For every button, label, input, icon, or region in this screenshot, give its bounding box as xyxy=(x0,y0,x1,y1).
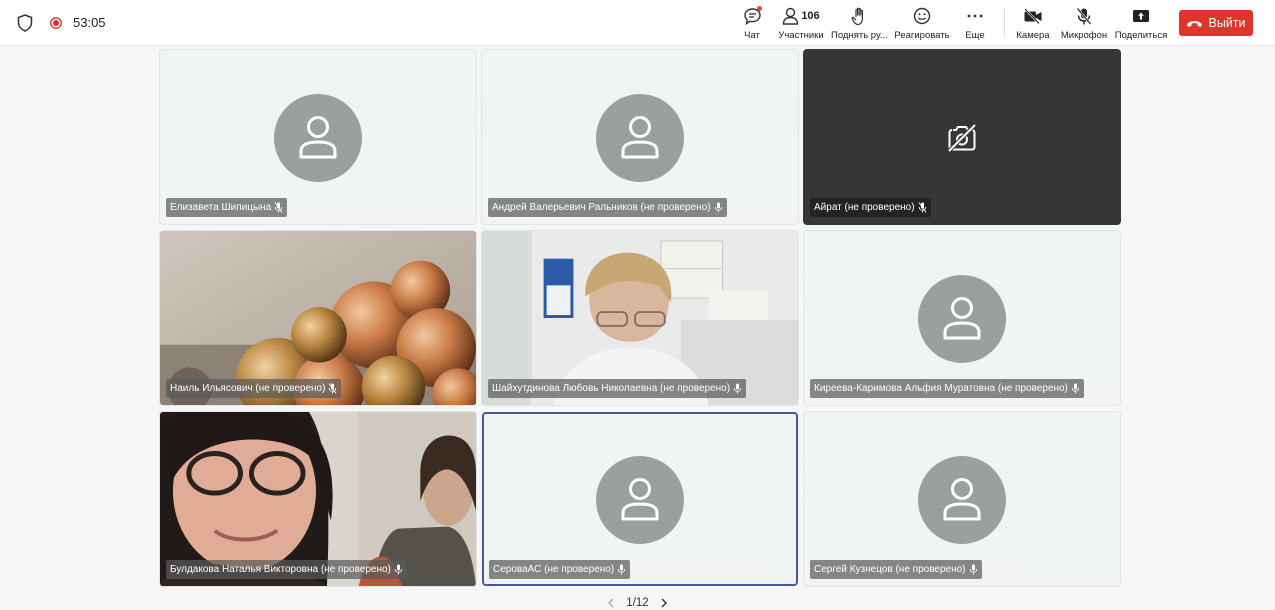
microphone-icon xyxy=(1071,383,1080,394)
participant-tile[interactable]: Айрат (не проверено) xyxy=(803,49,1121,225)
microphone-icon xyxy=(394,564,403,575)
user-placeholder-icon xyxy=(943,478,981,521)
chevron-left-icon xyxy=(607,598,614,607)
leave-label: Выйти xyxy=(1208,16,1246,30)
more-dots-icon xyxy=(967,14,983,18)
pagination: 1/12 xyxy=(0,595,1275,610)
camera-label: Камера xyxy=(1016,30,1050,41)
participant-name-tag: Киреева-Каримова Альфия Муратовна (не пр… xyxy=(810,379,1084,398)
avatar xyxy=(274,94,362,182)
participant-name: Булдакова Наталья Викторовна (не провере… xyxy=(170,564,391,575)
share-label: Поделиться xyxy=(1114,30,1168,41)
avatar xyxy=(918,275,1006,363)
participant-tile[interactable]: Андрей Валерьевич Ральников (не проверен… xyxy=(481,49,799,225)
participant-name: СероваАС (не проверено) xyxy=(493,564,615,575)
participant-name-tag: Наиль Ильясович (не проверено) xyxy=(166,379,342,398)
more-label: Еще xyxy=(965,30,985,41)
more-button[interactable]: Еще xyxy=(962,5,988,43)
user-placeholder-icon xyxy=(299,116,337,159)
participant-name: Андрей Валерьевич Ральников (не проверен… xyxy=(492,202,711,213)
microphone-muted-icon xyxy=(274,202,283,213)
participant-name-tag: СероваАС (не проверено) xyxy=(489,560,631,579)
hand-icon xyxy=(851,7,863,25)
participant-name: Киреева-Каримова Альфия Муратовна (не пр… xyxy=(814,383,1068,394)
previous-page-button[interactable] xyxy=(604,597,616,609)
raise-hand-button[interactable]: Поднять ру... xyxy=(830,5,888,43)
microphone-icon xyxy=(714,202,722,213)
share-screen-icon xyxy=(1133,9,1149,22)
microphone-off-icon xyxy=(1076,7,1092,25)
user-placeholder-icon xyxy=(621,478,659,521)
camera-off-icon xyxy=(1024,8,1042,24)
microphone-icon xyxy=(969,564,977,575)
chat-button[interactable]: Чат xyxy=(738,5,766,43)
participant-name-tag: Андрей Валерьевич Ральников (не проверен… xyxy=(488,198,727,217)
participant-name: Шайхутдинова Любовь Николаевна (не прове… xyxy=(492,383,731,394)
meeting-timer: 53:05 xyxy=(73,15,106,30)
participant-tile[interactable]: Булдакова Наталья Викторовна (не провере… xyxy=(159,411,477,587)
participant-name: Елизавета Шипицына xyxy=(170,202,272,213)
chat-label: Чат xyxy=(744,30,760,41)
raise-hand-label: Поднять ру... xyxy=(831,30,887,41)
participant-tile[interactable]: Сергей Кузнецов (не проверено) xyxy=(803,411,1121,587)
participant-tile[interactable]: Наиль Ильясович (не проверено) xyxy=(159,230,477,406)
microphone-button[interactable]: Микрофон xyxy=(1059,5,1109,43)
next-page-button[interactable] xyxy=(659,597,671,609)
top-toolbar: 53:05 Чат 106 Участники Поднять ру... Ре… xyxy=(0,0,1275,46)
participant-name-tag: Айрат (не проверено) xyxy=(810,198,931,217)
chevron-right-icon xyxy=(661,598,668,607)
participants-label: Участники xyxy=(778,30,824,41)
microphone-icon xyxy=(617,564,626,575)
participant-name: Сергей Кузнецов (не проверено) xyxy=(814,564,966,575)
person-icon xyxy=(783,7,799,25)
participant-tile[interactable]: Шайхутдинова Любовь Николаевна (не прове… xyxy=(481,230,799,406)
camera-button[interactable]: Камера xyxy=(1015,5,1051,43)
shield-icon[interactable] xyxy=(17,14,33,32)
user-placeholder-icon xyxy=(943,297,981,340)
microphone-muted-icon xyxy=(329,383,337,394)
camera-off-icon xyxy=(947,123,977,153)
avatar xyxy=(596,94,684,182)
hang-up-icon xyxy=(1187,20,1203,27)
recording-icon xyxy=(50,17,62,29)
toolbar-divider xyxy=(1004,9,1005,37)
user-placeholder-icon xyxy=(621,116,659,159)
react-button[interactable]: Реагировать xyxy=(893,5,951,43)
microphone-muted-icon xyxy=(918,202,926,213)
avatar xyxy=(918,456,1006,544)
page-indicator: 1/12 xyxy=(626,596,649,609)
participant-name: Айрат (не проверено) xyxy=(814,202,915,213)
participant-tile[interactable]: Киреева-Каримова Альфия Муратовна (не пр… xyxy=(803,230,1121,406)
participants-button[interactable]: 106 Участники xyxy=(776,5,826,43)
smiley-icon xyxy=(913,7,931,25)
participant-tile-active-speaker[interactable]: СероваАС (не проверено) xyxy=(482,412,798,586)
share-button[interactable]: Поделиться xyxy=(1115,5,1167,43)
participant-name-tag: Сергей Кузнецов (не проверено) xyxy=(810,560,982,579)
participants-count: 106 xyxy=(801,10,820,22)
participant-name-tag: Шайхутдинова Любовь Николаевна (не прове… xyxy=(488,379,747,398)
participant-name: Наиль Ильясович (не проверено) xyxy=(170,383,326,394)
participant-name-tag: Булдакова Наталья Викторовна (не провере… xyxy=(166,560,407,579)
microphone-label: Микрофон xyxy=(1060,30,1108,41)
participant-name-tag: Елизавета Шипицына xyxy=(166,198,288,217)
chat-notification-dot xyxy=(757,6,762,11)
leave-button[interactable]: Выйти xyxy=(1179,10,1253,36)
avatar xyxy=(596,456,684,544)
react-label: Реагировать xyxy=(894,30,950,41)
participant-tile[interactable]: Елизавета Шипицына xyxy=(159,49,477,225)
microphone-icon xyxy=(733,383,742,394)
